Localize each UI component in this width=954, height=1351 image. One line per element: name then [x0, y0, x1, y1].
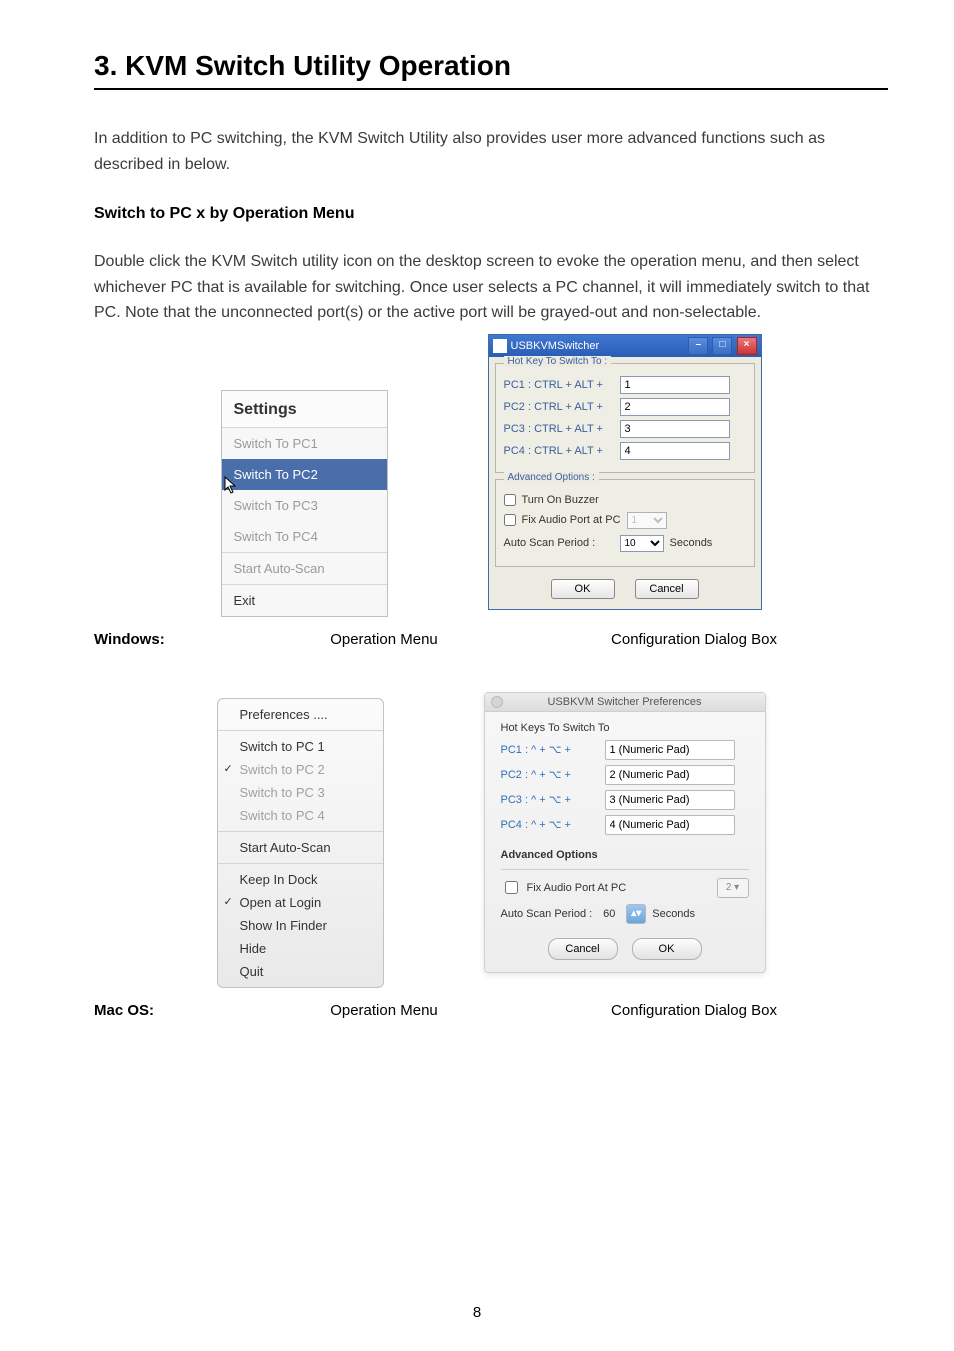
hk-pc1-label: PC1 : CTRL + ALT + [504, 379, 614, 391]
maximize-button[interactable]: □ [712, 337, 732, 355]
page-number: 8 [0, 1304, 954, 1321]
mac-menu-pc1[interactable]: Switch to PC 1 [218, 735, 383, 758]
caption-mac-cfg: Configuration Dialog Box [554, 1002, 834, 1019]
mac-menu-show-finder[interactable]: Show In Finder [218, 914, 383, 937]
mac-scan-value: 60 [598, 908, 620, 920]
hk-pc4-input[interactable] [620, 442, 730, 460]
macos-label: Mac OS: [94, 1002, 214, 1019]
intro-paragraph: In addition to PC switching, the KVM Swi… [94, 126, 888, 177]
mac-fix-audio-checkbox[interactable] [505, 881, 518, 894]
mac-menu-start-scan[interactable]: Start Auto-Scan [218, 836, 383, 859]
caption-win-cfg: Configuration Dialog Box [554, 631, 834, 648]
close-button[interactable]: × [737, 337, 757, 355]
win-dialog-title: USBKVMSwitcher [511, 340, 600, 352]
mac-ok-button[interactable]: OK [632, 938, 702, 960]
win-menu-item-pc2[interactable]: Switch To PC2 [222, 459, 387, 490]
hk-pc2-input[interactable] [620, 398, 730, 416]
win-titlebar: USBKVMSwitcher – □ × [489, 335, 761, 357]
caption-win-opmenu: Operation Menu [284, 631, 484, 648]
hk-pc4-label: PC4 : CTRL + ALT + [504, 445, 614, 457]
mac-advanced-title: Advanced Options [501, 849, 749, 861]
windows-config-dialog: USBKVMSwitcher – □ × Hot Key To Switch T… [488, 334, 762, 610]
mac-menu-preferences[interactable]: Preferences .... [218, 703, 383, 726]
scan-unit-label: Seconds [670, 537, 713, 549]
windows-label: Windows: [94, 631, 214, 648]
mac-menu-pc2[interactable]: Switch to PC 2 [218, 758, 383, 781]
description-paragraph: Double click the KVM Switch utility icon… [94, 249, 888, 326]
win-menu-exit[interactable]: Exit [222, 585, 387, 616]
mac-fix-audio-label: Fix Audio Port At PC [527, 882, 627, 894]
mac-hk-pc2-input[interactable] [605, 765, 735, 785]
mac-scan-stepper[interactable]: ▴▾ [626, 904, 646, 924]
hk-pc3-input[interactable] [620, 420, 730, 438]
mac-dialog-titlebar: USBKVM Switcher Preferences [485, 693, 765, 712]
mac-menu-keep-dock[interactable]: Keep In Dock [218, 868, 383, 891]
mac-menu-open-login[interactable]: Open at Login [218, 891, 383, 914]
mac-hk-pc4-input[interactable] [605, 815, 735, 835]
mac-menu-pc3[interactable]: Switch to PC 3 [218, 781, 383, 804]
heading-rule [94, 88, 888, 90]
win-menu-item-pc4[interactable]: Switch To PC4 [222, 521, 387, 552]
win-menu-item-pc3[interactable]: Switch To PC3 [222, 490, 387, 521]
fix-audio-label: Fix Audio Port at PC [522, 514, 621, 526]
fix-audio-checkbox[interactable] [504, 514, 516, 526]
mac-scan-unit: Seconds [652, 908, 695, 920]
mac-hk-pc3-label: PC3 : ^ + ⌥ + [501, 793, 597, 806]
app-icon [493, 339, 507, 353]
mac-config-dialog: USBKVM Switcher Preferences Hot Keys To … [484, 692, 766, 973]
mac-hk-pc2-label: PC2 : ^ + ⌥ + [501, 768, 597, 781]
mac-operation-menu: Preferences .... Switch to PC 1 Switch t… [217, 698, 384, 988]
win-menu-item-pc1[interactable]: Switch To PC1 [222, 428, 387, 459]
mac-menu-pc4[interactable]: Switch to PC 4 [218, 804, 383, 827]
win-menu-item-pc2-label: Switch To PC2 [234, 467, 318, 482]
mac-close-button[interactable] [491, 696, 503, 708]
mac-cancel-button[interactable]: Cancel [548, 938, 618, 960]
hk-pc2-label: PC2 : CTRL + ALT + [504, 401, 614, 413]
windows-operation-menu: Settings Switch To PC1 Switch To PC2 Swi… [221, 390, 388, 617]
mac-hk-pc1-label: PC1 : ^ + ⌥ + [501, 743, 597, 756]
buzzer-checkbox[interactable] [504, 494, 516, 506]
mac-menu-hide[interactable]: Hide [218, 937, 383, 960]
minimize-button[interactable]: – [688, 337, 708, 355]
mac-hotkey-title: Hot Keys To Switch To [501, 722, 749, 734]
mac-menu-quit[interactable]: Quit [218, 960, 383, 983]
mac-dialog-title: USBKVM Switcher Preferences [547, 696, 701, 708]
scan-period-select[interactable]: 10 [620, 535, 664, 552]
mac-scan-label: Auto Scan Period : [501, 908, 593, 920]
cancel-button[interactable]: Cancel [635, 579, 699, 599]
fix-audio-select[interactable]: 1 [627, 512, 667, 529]
section-heading: 3. KVM Switch Utility Operation [94, 50, 888, 82]
cursor-arrow-icon [224, 476, 238, 494]
advanced-group-label: Advanced Options : [504, 472, 599, 483]
hotkey-group-label: Hot Key To Switch To : [504, 356, 612, 367]
sub-heading: Switch to PC x by Operation Menu [94, 205, 888, 223]
caption-mac-opmenu: Operation Menu [284, 1002, 484, 1019]
hk-pc3-label: PC3 : CTRL + ALT + [504, 423, 614, 435]
mac-hk-pc3-input[interactable] [605, 790, 735, 810]
mac-hk-pc4-label: PC4 : ^ + ⌥ + [501, 818, 597, 831]
buzzer-label: Turn On Buzzer [522, 494, 599, 506]
mac-fix-audio-stepper[interactable]: 2 ▾ [717, 878, 749, 898]
scan-period-label: Auto Scan Period : [504, 537, 614, 549]
ok-button[interactable]: OK [551, 579, 615, 599]
win-menu-title: Settings [222, 391, 387, 428]
win-menu-start-scan[interactable]: Start Auto-Scan [222, 553, 387, 584]
mac-hk-pc1-input[interactable] [605, 740, 735, 760]
hk-pc1-input[interactable] [620, 376, 730, 394]
